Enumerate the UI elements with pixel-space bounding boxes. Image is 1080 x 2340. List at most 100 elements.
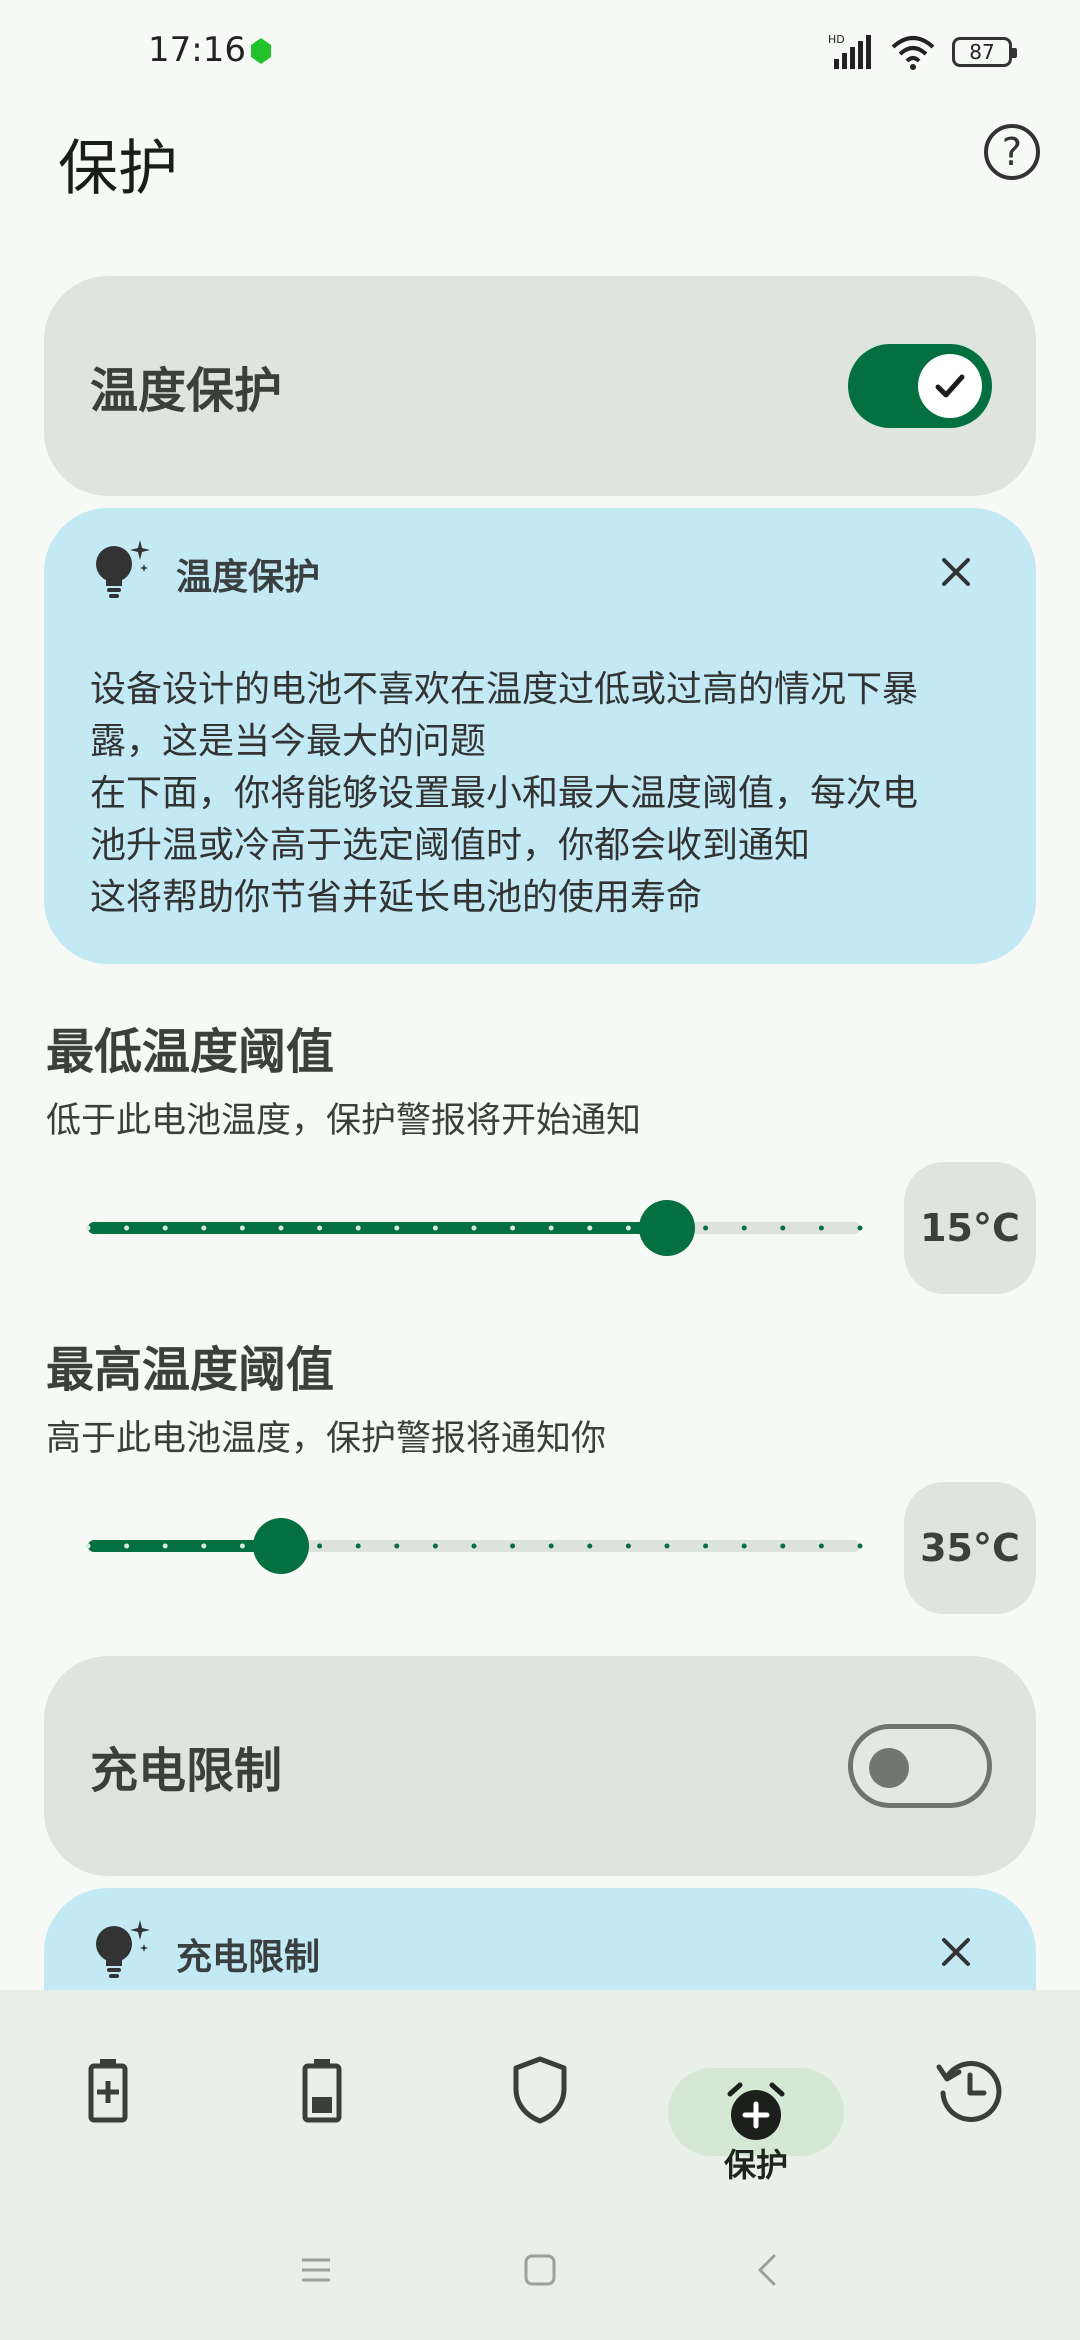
slider-thumb[interactable] <box>253 1518 309 1574</box>
slider-tick <box>201 1225 207 1231</box>
min-threshold-slider[interactable] <box>84 1198 864 1258</box>
help-button[interactable]: ? <box>984 124 1040 180</box>
app-notification-dot-icon <box>251 38 271 64</box>
slider-tick <box>857 1225 863 1231</box>
slider-tick <box>780 1225 786 1231</box>
back-icon[interactable] <box>748 2250 788 2290</box>
info-line: 设备设计的电池不喜欢在温度过低或过高的情况下暴 <box>90 669 919 710</box>
slider-tick <box>85 1225 91 1231</box>
nav-item-protection[interactable]: 保护 <box>656 1990 856 2210</box>
info-card-title: 温度保护 <box>176 557 321 598</box>
max-threshold-subtitle: 高于此电池温度，保护警报将通知你 <box>46 1419 607 1459</box>
status-icons: HD 87 <box>828 30 1017 74</box>
help-circle-icon: ? <box>1001 130 1023 174</box>
nav-item-battery[interactable] <box>222 1990 422 2210</box>
slider-tick <box>587 1225 593 1231</box>
max-threshold-value[interactable]: 35°C <box>904 1482 1036 1614</box>
slider-track-active <box>88 1540 281 1552</box>
slider-tick <box>278 1225 284 1231</box>
charge-limit-label: 充电限制 <box>90 1743 283 1799</box>
max-threshold-title: 最高温度阈值 <box>46 1342 335 1398</box>
slider-tick <box>355 1543 361 1549</box>
slider-tick <box>85 1543 91 1549</box>
nav-item-shield[interactable] <box>440 1990 640 2210</box>
system-navigation-bar <box>0 2210 1080 2340</box>
slider-tick <box>510 1225 516 1231</box>
page-title: 保护 <box>58 134 178 204</box>
lightbulb-icon <box>96 540 150 598</box>
slider-tick <box>548 1225 554 1231</box>
slider-tick <box>703 1543 709 1549</box>
info-card-body: 设备设计的电池不喜欢在温度过低或过高的情况下暴 露，这是当今最大的问题 在下面，… <box>90 664 1010 924</box>
slider-tick <box>162 1543 168 1549</box>
slider-tick <box>201 1543 207 1549</box>
slider-tick <box>394 1543 400 1549</box>
info-line: 池升温或冷高于选定阈值时，你都会收到通知 <box>90 825 811 866</box>
home-icon[interactable] <box>520 2250 560 2290</box>
nav-label-protection: 保护 <box>723 2146 788 2184</box>
slider-tick <box>432 1225 438 1231</box>
slider-tick <box>703 1225 709 1231</box>
check-icon <box>935 374 965 398</box>
min-threshold-subtitle: 低于此电池温度，保护警报将开始通知 <box>46 1101 642 1141</box>
nav-item-charging[interactable] <box>8 1990 208 2210</box>
bottom-navigation: 保护 <box>0 1990 1080 2210</box>
slider-thumb[interactable] <box>639 1200 695 1256</box>
history-icon <box>936 2061 1002 2122</box>
slider-tick <box>818 1225 824 1231</box>
status-time: 17:16 <box>148 30 246 70</box>
wifi-icon <box>891 36 935 70</box>
slider-tick <box>548 1543 554 1549</box>
slider-tick <box>124 1225 130 1231</box>
charge-limit-switch[interactable] <box>848 1724 992 1808</box>
slider-tick <box>162 1225 168 1231</box>
charge-limit-card[interactable]: 充电限制 <box>44 1656 1036 1876</box>
nav-item-history[interactable] <box>870 1990 1070 2210</box>
slider-tick <box>471 1543 477 1549</box>
shield-icon <box>513 2056 567 2124</box>
close-icon[interactable] <box>936 1932 976 1972</box>
slider-tick <box>625 1543 631 1549</box>
slider-track-active <box>88 1222 667 1234</box>
min-threshold-title: 最低温度阈值 <box>46 1024 335 1080</box>
slider-tick <box>664 1543 670 1549</box>
max-threshold-slider[interactable] <box>84 1516 864 1576</box>
slider-tick <box>432 1543 438 1549</box>
temperature-protection-card[interactable]: 温度保护 <box>44 276 1036 496</box>
slider-tick <box>124 1543 130 1549</box>
lightbulb-icon <box>96 1920 150 1978</box>
info-card-title: 充电限制 <box>176 1937 321 1978</box>
min-threshold-value[interactable]: 15°C <box>904 1162 1036 1294</box>
switch-knob <box>918 354 982 418</box>
slider-tick <box>741 1225 747 1231</box>
temperature-info-card: 温度保护 设备设计的电池不喜欢在温度过低或过高的情况下暴 露，这是当今最大的问题… <box>44 508 1036 964</box>
slider-tick <box>741 1543 747 1549</box>
battery-icon: 87 <box>952 37 1017 67</box>
slider-tick <box>625 1225 631 1231</box>
slider-tick <box>239 1225 245 1231</box>
slider-tick <box>355 1225 361 1231</box>
slider-tick <box>394 1225 400 1231</box>
temperature-protection-switch[interactable] <box>848 344 992 428</box>
slider-tick <box>818 1543 824 1549</box>
info-line: 在下面，你将能够设置最小和最大温度阈值，每次电 <box>90 773 919 814</box>
slider-tick <box>780 1543 786 1549</box>
slider-tick <box>857 1543 863 1549</box>
info-line: 露，这是当今最大的问题 <box>90 721 487 762</box>
battery-charging-icon <box>88 2059 128 2123</box>
close-icon[interactable] <box>936 552 976 592</box>
battery-level: 87 <box>969 40 995 64</box>
menu-icon[interactable] <box>296 2250 336 2290</box>
battery-icon <box>302 2059 342 2123</box>
slider-tick <box>239 1543 245 1549</box>
slider-tick <box>471 1225 477 1231</box>
info-line: 这将帮助你节省并延长电池的使用寿命 <box>90 877 703 918</box>
switch-knob <box>869 1748 909 1788</box>
slider-tick <box>317 1543 323 1549</box>
svg-text:HD: HD <box>828 33 845 46</box>
slider-tick <box>587 1543 593 1549</box>
slider-tick <box>510 1543 516 1549</box>
temperature-protection-label: 温度保护 <box>90 363 283 419</box>
signal-icon: HD <box>828 33 871 69</box>
slider-tick <box>317 1225 323 1231</box>
